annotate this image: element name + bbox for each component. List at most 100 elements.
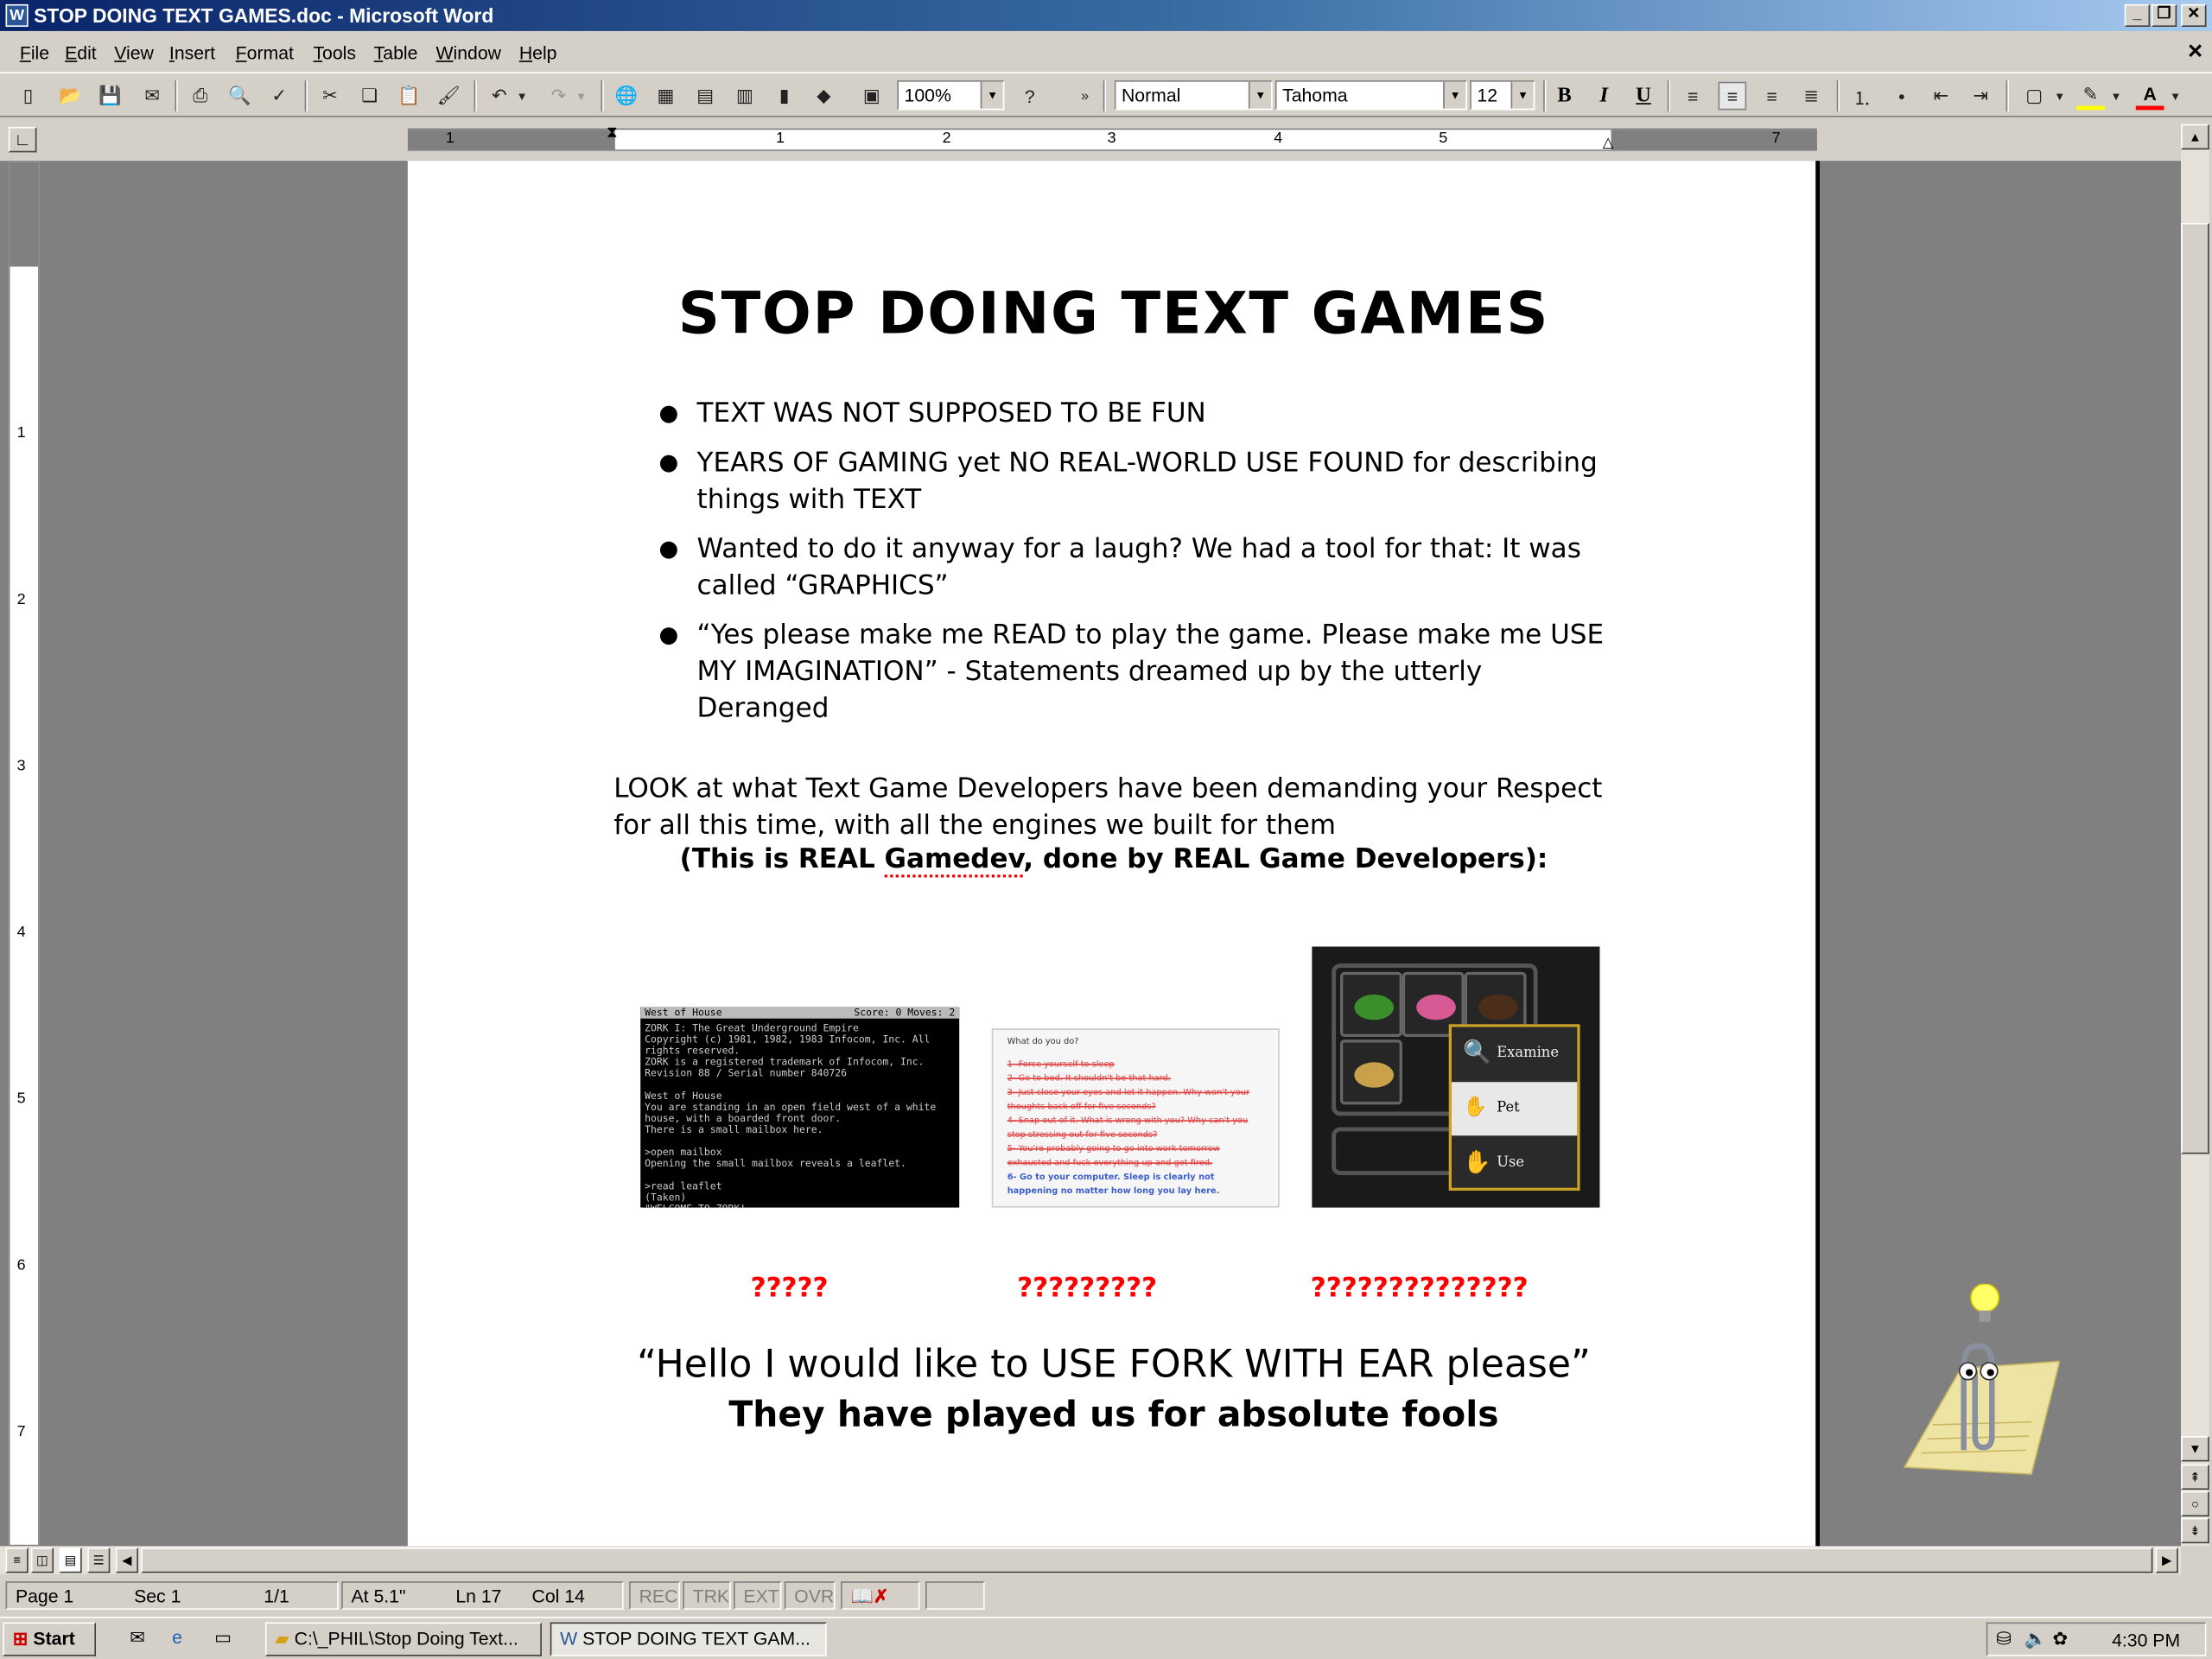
font-size-select[interactable]: 12 ▼ <box>1470 80 1535 111</box>
web-layout-icon[interactable]: ◫ <box>30 1548 54 1573</box>
menu-window[interactable]: Window <box>435 42 501 63</box>
horizontal-scrollbar[interactable]: ≡ ◫ ▤ ☰ ◀ ▶ <box>0 1546 2182 1575</box>
choice-option[interactable]: 2- Go to bed. It shouldn't be that hard. <box>1007 1072 1264 1086</box>
menu-edit[interactable]: Edit <box>65 42 97 63</box>
justify-icon[interactable]: ≣ <box>1797 82 1826 111</box>
hyperlink-icon[interactable]: 🌐 <box>613 82 641 111</box>
status-ext[interactable]: EXT <box>733 1581 782 1610</box>
highlight-icon[interactable]: ✎ <box>2076 82 2105 111</box>
close-button[interactable]: ✕ <box>2181 3 2207 28</box>
network-icon[interactable]: ⛁ <box>1996 1628 2012 1650</box>
action-use[interactable]: ✋ Use <box>1452 1137 1577 1191</box>
font-color-icon[interactable]: A <box>2135 82 2164 111</box>
menu-table[interactable]: Table <box>374 42 418 63</box>
align-left-icon[interactable]: ≡ <box>1679 82 1707 111</box>
style-select[interactable]: Normal ▼ <box>1114 80 1273 111</box>
toolbar-options-icon[interactable]: » <box>1075 82 1095 111</box>
spelling-icon[interactable]: ✓ <box>265 82 294 111</box>
previous-page-icon[interactable]: ⇞ <box>2181 1464 2209 1491</box>
scroll-up-icon[interactable]: ▲ <box>2181 124 2209 150</box>
hscroll-thumb[interactable] <box>141 1548 2153 1573</box>
copy-icon[interactable]: ❏ <box>355 82 384 111</box>
format-painter-icon[interactable]: 🖌 <box>435 82 463 111</box>
taskbar-word-window[interactable]: W STOP DOING TEXT GAM... <box>550 1622 827 1656</box>
highlight-dropdown-icon[interactable]: ▼ <box>2107 82 2125 111</box>
tables-borders-icon[interactable]: ▦ <box>652 82 680 111</box>
document-map-icon[interactable]: ▣ <box>858 82 887 111</box>
msn-icon[interactable]: ✿ <box>2053 1628 2069 1650</box>
menu-file[interactable]: File <box>20 42 49 63</box>
bold-button[interactable]: B <box>1549 82 1580 111</box>
left-indent-marker-icon[interactable]: ⧗ <box>607 124 618 143</box>
size-dropdown-icon[interactable]: ▼ <box>1510 81 1534 109</box>
menu-format[interactable]: Format <box>236 42 294 63</box>
status-ovr[interactable]: OVR <box>784 1581 836 1610</box>
menu-tools[interactable]: Tools <box>313 42 356 63</box>
open-folder-icon[interactable]: 📂 <box>56 82 85 111</box>
borders-dropdown-icon[interactable]: ▼ <box>2051 82 2069 111</box>
numbering-icon[interactable]: ⒈ <box>1848 82 1877 111</box>
zoom-dropdown-icon[interactable]: ▼ <box>980 81 1003 109</box>
choice-option[interactable]: 5- You're probably going to go into work… <box>1007 1142 1264 1171</box>
choice-option[interactable]: 1- Force yourself to sleep <box>1007 1058 1264 1071</box>
font-select[interactable]: Tahoma ▼ <box>1274 80 1467 111</box>
status-trk[interactable]: TRK <box>683 1581 731 1610</box>
style-dropdown-icon[interactable]: ▼ <box>1248 81 1272 109</box>
help-icon[interactable]: ? <box>1016 82 1045 111</box>
start-button[interactable]: ⊞ Start <box>3 1622 97 1656</box>
vertical-ruler[interactable]: 1 2 3 4 5 6 7 <box>8 161 40 1547</box>
print-layout-icon[interactable]: ▤ <box>59 1548 82 1573</box>
menu-help[interactable]: Help <box>519 42 557 63</box>
word-app-icon[interactable]: W <box>5 3 29 28</box>
spelling-status-icon[interactable]: 📖✗ <box>841 1581 920 1610</box>
restore-button[interactable]: ❐ <box>2151 3 2177 28</box>
choice-option[interactable]: 4- Snap out of it. What is wrong with yo… <box>1007 1115 1264 1143</box>
document-page[interactable]: STOP DOING TEXT GAMES ● TEXT WAS NOT SUPP… <box>407 161 1821 1547</box>
action-examine[interactable]: 🔍 Examine <box>1452 1027 1577 1081</box>
font-dropdown-icon[interactable]: ▼ <box>1443 81 1466 109</box>
redo-dropdown-icon[interactable]: ▼ <box>573 82 590 111</box>
scroll-down-icon[interactable]: ▼ <box>2181 1436 2209 1462</box>
choice-option[interactable]: 3- Just close your eyes and let it happe… <box>1007 1086 1264 1115</box>
new-document-icon[interactable]: ▯ <box>14 82 42 111</box>
office-assistant-clippy[interactable] <box>1891 1282 2061 1482</box>
font-color-dropdown-icon[interactable]: ▼ <box>2167 82 2184 111</box>
scroll-left-icon[interactable]: ◀ <box>115 1548 138 1573</box>
status-rec[interactable]: REC <box>629 1581 680 1610</box>
taskbar-folder-window[interactable]: ▰ C:\_PHIL\Stop Doing Text... <box>264 1622 542 1656</box>
show-desktop-icon[interactable]: ▭ <box>206 1623 239 1656</box>
increase-indent-icon[interactable]: ⇥ <box>1967 82 1995 111</box>
zoom-select[interactable]: 100% ▼ <box>897 80 1005 111</box>
right-indent-marker-icon[interactable]: △ <box>1603 136 1614 151</box>
next-page-icon[interactable]: ⇟ <box>2181 1517 2209 1544</box>
scroll-thumb[interactable] <box>2181 222 2209 1154</box>
print-preview-icon[interactable]: 🔍 <box>226 82 254 111</box>
scroll-right-icon[interactable]: ▶ <box>2155 1548 2178 1573</box>
undo-dropdown-icon[interactable]: ▼ <box>513 82 531 111</box>
volume-icon[interactable]: 🔈 <box>2024 1628 2047 1650</box>
cut-icon[interactable]: ✂ <box>316 82 345 111</box>
minimize-button[interactable]: _ <box>2124 3 2151 28</box>
normal-view-icon[interactable]: ≡ <box>5 1548 29 1573</box>
drawing-icon[interactable]: ◆ <box>810 82 838 111</box>
decrease-indent-icon[interactable]: ⇤ <box>1927 82 1955 111</box>
action-pet[interactable]: ✋ Pet <box>1451 1082 1578 1136</box>
underline-button[interactable]: U <box>1628 82 1659 111</box>
undo-icon[interactable]: ↶ <box>486 82 514 111</box>
insert-excel-icon[interactable]: ▥ <box>731 82 760 111</box>
internet-explorer-icon[interactable]: e <box>163 1623 197 1656</box>
align-center-icon[interactable]: ≡ <box>1718 81 1747 111</box>
horizontal-ruler[interactable]: ∟ 1 1 2 3 4 5 7 ⧗ △ <box>0 121 2212 161</box>
bullets-icon[interactable]: • <box>1887 82 1916 111</box>
redo-icon[interactable]: ↷ <box>544 82 573 111</box>
outline-view-icon[interactable]: ☰ <box>87 1548 111 1573</box>
save-icon[interactable]: 💾 <box>96 82 124 111</box>
menu-view[interactable]: View <box>114 42 154 63</box>
print-icon[interactable]: ⎙ <box>187 82 215 111</box>
email-icon[interactable]: ✉ <box>138 82 167 111</box>
vertical-scrollbar[interactable]: ▲ ▼ ⇞ ○ ⇟ <box>2181 124 2209 1547</box>
outlook-quicklaunch-icon[interactable]: ✉ <box>121 1623 155 1656</box>
paste-icon[interactable]: 📋 <box>395 82 423 111</box>
select-browse-object-icon[interactable]: ○ <box>2181 1491 2209 1517</box>
borders-icon[interactable]: ▢ <box>2020 82 2049 111</box>
